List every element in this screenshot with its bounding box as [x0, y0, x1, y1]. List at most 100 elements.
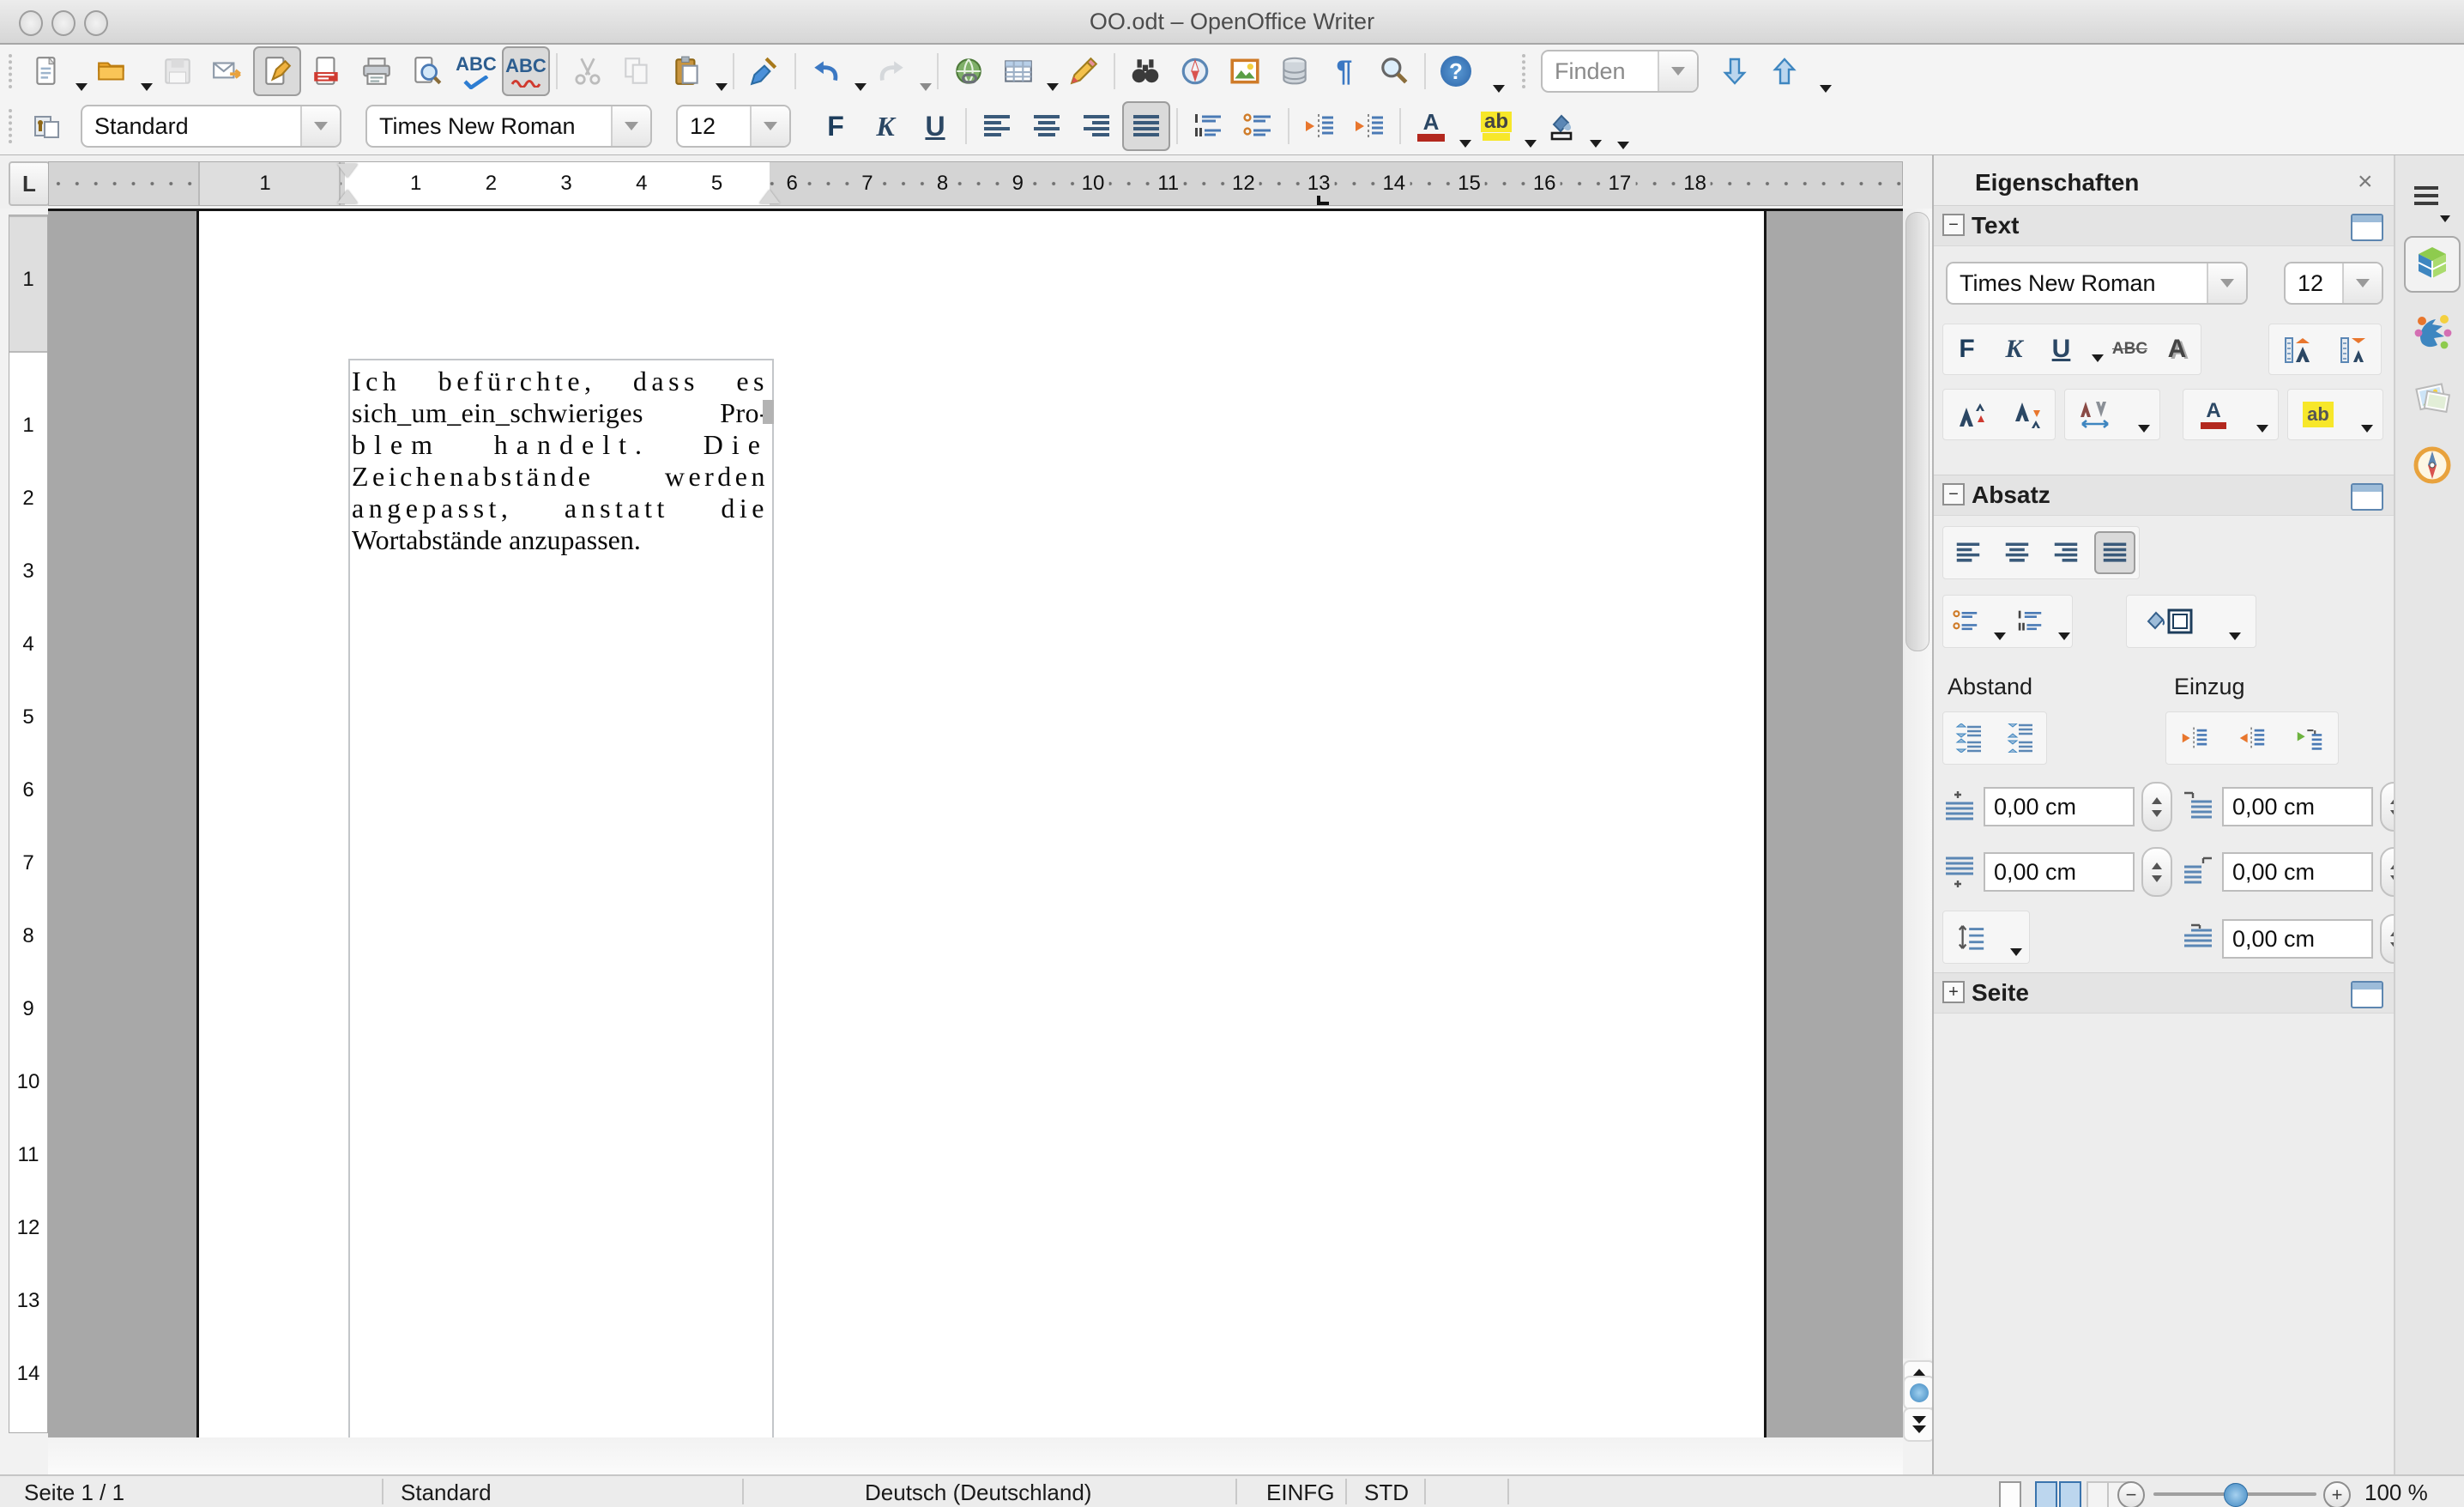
font-size-dropdown[interactable]	[750, 106, 789, 146]
spacing-above-stepper[interactable]	[2141, 782, 2172, 832]
increase-spacing-button[interactable]	[1948, 717, 1990, 760]
numbered-list-dropdown[interactable]	[2057, 632, 2070, 640]
sidebar-font-size-value[interactable]: 12	[2286, 263, 2342, 303]
sidebar-font-name-value[interactable]: Times New Roman	[1948, 263, 2207, 303]
increase-font-button[interactable]	[2277, 328, 2318, 371]
sidebar-font-size-combo[interactable]: 12	[2284, 262, 2383, 305]
sidebar-close-button[interactable]: ×	[2358, 167, 2373, 197]
text-line[interactable]: Ich befürchte, dass es	[352, 366, 769, 397]
findbar-overflow-button[interactable]	[1820, 85, 1832, 93]
find-dropdown[interactable]	[1658, 51, 1697, 91]
status-zoom-value[interactable]: 100 %	[2364, 1480, 2428, 1506]
expand-icon[interactable]: +	[1942, 981, 1965, 1003]
view-single-page-button[interactable]	[1999, 1480, 2021, 1507]
sidebar-align-right-button[interactable]	[2045, 531, 2087, 574]
highlighting-button[interactable]: ab	[1472, 101, 1520, 151]
first-line-indent-marker[interactable]	[337, 164, 358, 178]
paragraph-style-dropdown[interactable]	[300, 106, 340, 146]
sidebar-font-color-dropdown[interactable]	[2256, 425, 2268, 433]
format-paintbrush-button[interactable]	[740, 46, 788, 96]
numbered-list-button[interactable]	[1184, 101, 1232, 151]
spacing-above-field[interactable]: 0,00 cm	[1984, 787, 2135, 826]
findbar-drag-handle[interactable]	[1522, 54, 1525, 88]
edit-mode-button[interactable]	[253, 46, 301, 96]
find-combo[interactable]: Finden	[1541, 50, 1699, 93]
decrease-indent-button[interactable]	[1295, 101, 1344, 151]
find-input[interactable]: Finden	[1543, 51, 1658, 91]
sidebar-italic-button[interactable]: K	[1994, 328, 2035, 371]
toolbar-drag-handle[interactable]	[9, 54, 12, 88]
sidebar-bold-button[interactable]: F	[1947, 328, 1988, 371]
find-replace-button[interactable]	[1121, 46, 1169, 96]
toolbar-drag-handle[interactable]	[9, 109, 12, 143]
collapse-icon[interactable]: −	[1942, 483, 1965, 505]
styles-panel-button[interactable]	[23, 101, 71, 151]
find-next-button[interactable]	[1711, 46, 1759, 96]
decrease-font-button[interactable]	[2333, 328, 2374, 371]
decrease-spacing-button[interactable]	[2000, 717, 2041, 760]
text-dialog-launcher[interactable]	[2351, 214, 2383, 241]
sidebar-align-left-button[interactable]	[1948, 531, 1989, 574]
open-dropdown[interactable]	[141, 83, 153, 91]
bold-button[interactable]: F	[812, 101, 860, 151]
sidebar-underline-button[interactable]: U	[2041, 328, 2082, 371]
paragraph-background-button[interactable]	[2141, 600, 2196, 643]
data-sources-button[interactable]	[1271, 46, 1319, 96]
sidebar-tab-gallery[interactable]	[2404, 370, 2461, 427]
font-color-dropdown[interactable]	[1459, 140, 1471, 148]
italic-button[interactable]: K	[861, 101, 909, 151]
sidebar-font-size-dropdown[interactable]	[2342, 263, 2382, 303]
status-insert-mode[interactable]: EINFG	[1266, 1480, 1334, 1506]
status-page-style[interactable]: Standard	[401, 1480, 492, 1506]
paste-dropdown[interactable]	[716, 83, 728, 91]
spacing-below-field[interactable]: 0,00 cm	[1984, 852, 2135, 892]
tab-type-selector[interactable]: L	[9, 161, 50, 206]
bullet-list-dropdown[interactable]	[1993, 632, 2006, 640]
paragraph-style-value[interactable]: Standard	[82, 106, 300, 146]
shadow-button[interactable]: A	[2157, 328, 2198, 371]
draw-functions-button[interactable]	[1060, 46, 1108, 96]
spellcheck-button[interactable]: ABC	[452, 46, 500, 96]
zoom-in-button[interactable]: +	[2323, 1481, 2351, 1507]
text-line[interactable]: blem handelt. Die	[352, 429, 769, 461]
sidebar-justify-button[interactable]	[2093, 531, 2135, 574]
page-preview-button[interactable]	[402, 46, 450, 96]
open-button[interactable]	[88, 46, 136, 96]
sidebar-menu-button[interactable]	[2404, 167, 2461, 224]
font-name-combo[interactable]: Times New Roman	[365, 105, 652, 148]
v-ruler-active-area[interactable]	[9, 353, 47, 1432]
document-text[interactable]: Ich befürchte, dass es sich_um_ein_schwi…	[352, 366, 774, 556]
align-left-button[interactable]	[973, 101, 1021, 151]
hyperlink-button[interactable]	[945, 46, 993, 96]
hanging-indent-button[interactable]	[2289, 717, 2330, 760]
bullet-list-button[interactable]	[1234, 101, 1282, 151]
sidebar-highlight-button[interactable]: ab	[2298, 393, 2339, 436]
help-button[interactable]: ?	[1432, 46, 1480, 96]
line-spacing-dropdown[interactable]	[2009, 948, 2022, 956]
mail-document-button[interactable]	[203, 46, 251, 96]
underline-button[interactable]: U	[911, 101, 959, 151]
navigator-button[interactable]	[1171, 46, 1219, 96]
font-name-value[interactable]: Times New Roman	[367, 106, 611, 146]
text-line[interactable]: Zeichenabstände werden	[352, 461, 769, 493]
document-page[interactable]: Ich befürchte, dass es sich_um_ein_schwi…	[196, 211, 1766, 1440]
h-ruler[interactable]: 1 1 2 3 4 5 6 7 8 9 10 11 12 13 14 15 16 17 18	[48, 161, 1903, 206]
subscript-button[interactable]	[2007, 393, 2048, 436]
superscript-button[interactable]	[1951, 393, 1992, 436]
status-page[interactable]: Seite 1 / 1	[24, 1480, 124, 1506]
document-view[interactable]: Ich befürchte, dass es sich_um_ein_schwi…	[48, 209, 1903, 1440]
paste-button[interactable]	[663, 46, 711, 96]
paragraph-dialog-launcher[interactable]	[2351, 483, 2383, 511]
undo-dropdown[interactable]	[855, 83, 867, 91]
status-language[interactable]: Deutsch (Deutschland)	[865, 1480, 1091, 1506]
sidebar-tab-styles[interactable]	[2404, 303, 2461, 360]
left-indent-marker[interactable]	[337, 190, 358, 203]
new-document-button[interactable]	[23, 46, 71, 96]
char-spacing-dropdown[interactable]	[2138, 425, 2150, 433]
font-color-button[interactable]: A	[1407, 101, 1455, 151]
sidebar-bullet-list-button[interactable]	[1945, 600, 1986, 643]
export-pdf-button[interactable]	[303, 46, 351, 96]
vertical-scrollbar-thumb[interactable]	[1905, 212, 1930, 651]
indent-after-field[interactable]: 0,00 cm	[2222, 852, 2373, 892]
navigation-button[interactable]	[1903, 1376, 1936, 1410]
